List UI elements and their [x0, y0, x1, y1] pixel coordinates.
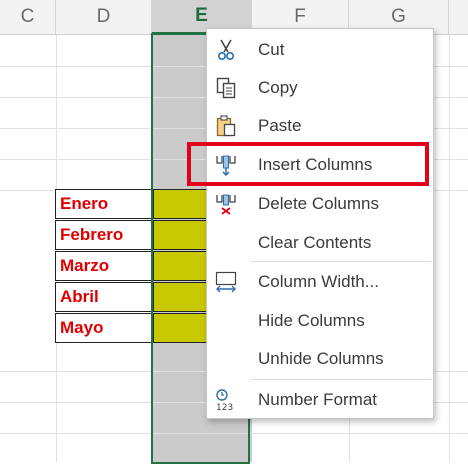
menu-item-paste[interactable]: Paste — [207, 107, 433, 145]
highlight-box — [187, 142, 429, 186]
clipboard-icon — [215, 114, 237, 138]
column-header-label: D — [96, 6, 111, 27]
svg-text:123: 123 — [216, 403, 233, 412]
menu-item-unhide-columns[interactable]: Unhide Columns — [207, 340, 433, 378]
column-header-label: C — [20, 6, 35, 27]
cell-text: Enero — [60, 194, 109, 213]
cell-month[interactable]: Marzo — [55, 251, 152, 281]
menu-item-label: Cut — [258, 40, 285, 59]
menu-item-delete-columns[interactable]: Delete Columns — [207, 185, 433, 223]
delete-columns-icon — [215, 192, 237, 216]
scissors-icon — [215, 38, 237, 62]
menu-item-label: Copy — [258, 78, 298, 97]
number-format-icon: 123 — [215, 388, 237, 412]
menu-item-label: Clear Contents — [258, 233, 372, 252]
menu-item-label: Hide Columns — [258, 311, 365, 330]
menu-item-label: Delete Columns — [258, 194, 379, 213]
copy-icon — [215, 76, 237, 100]
column-header-label: E — [195, 5, 208, 26]
grid-line — [449, 35, 450, 462]
column-header-c[interactable]: C — [0, 0, 56, 34]
cell-text: Abril — [60, 287, 99, 306]
menu-item-label: Paste — [258, 116, 302, 135]
context-menu: Cut Copy Paste Insert Columns Delete Col… — [206, 28, 434, 419]
column-header-d[interactable]: D — [56, 0, 152, 34]
column-width-icon — [215, 270, 237, 294]
menu-item-label: Column Width... — [258, 272, 379, 291]
cell-text: Mayo — [60, 318, 104, 337]
cell-month[interactable]: Enero — [55, 189, 152, 219]
menu-item-cut[interactable]: Cut — [207, 31, 433, 69]
menu-item-clear-contents[interactable]: Clear Contents — [207, 224, 433, 262]
menu-item-copy[interactable]: Copy — [207, 69, 433, 107]
menu-item-label: Unhide Columns — [258, 349, 384, 368]
menu-separator — [251, 261, 431, 262]
cell-month[interactable]: Abril — [55, 282, 152, 312]
column-header-label: F — [294, 6, 306, 27]
column-header-label: G — [391, 6, 406, 27]
menu-separator — [251, 379, 431, 380]
menu-item-hide-columns[interactable]: Hide Columns — [207, 302, 433, 340]
cell-text: Marzo — [60, 256, 110, 275]
cell-text: Febrero — [60, 225, 124, 244]
menu-item-number-format[interactable]: 123 Number Format — [207, 381, 433, 419]
cell-month[interactable]: Febrero — [55, 220, 152, 250]
cell-month[interactable]: Mayo — [55, 313, 152, 343]
menu-item-column-width[interactable]: Column Width... — [207, 263, 433, 301]
menu-item-label: Number Format — [258, 390, 378, 409]
